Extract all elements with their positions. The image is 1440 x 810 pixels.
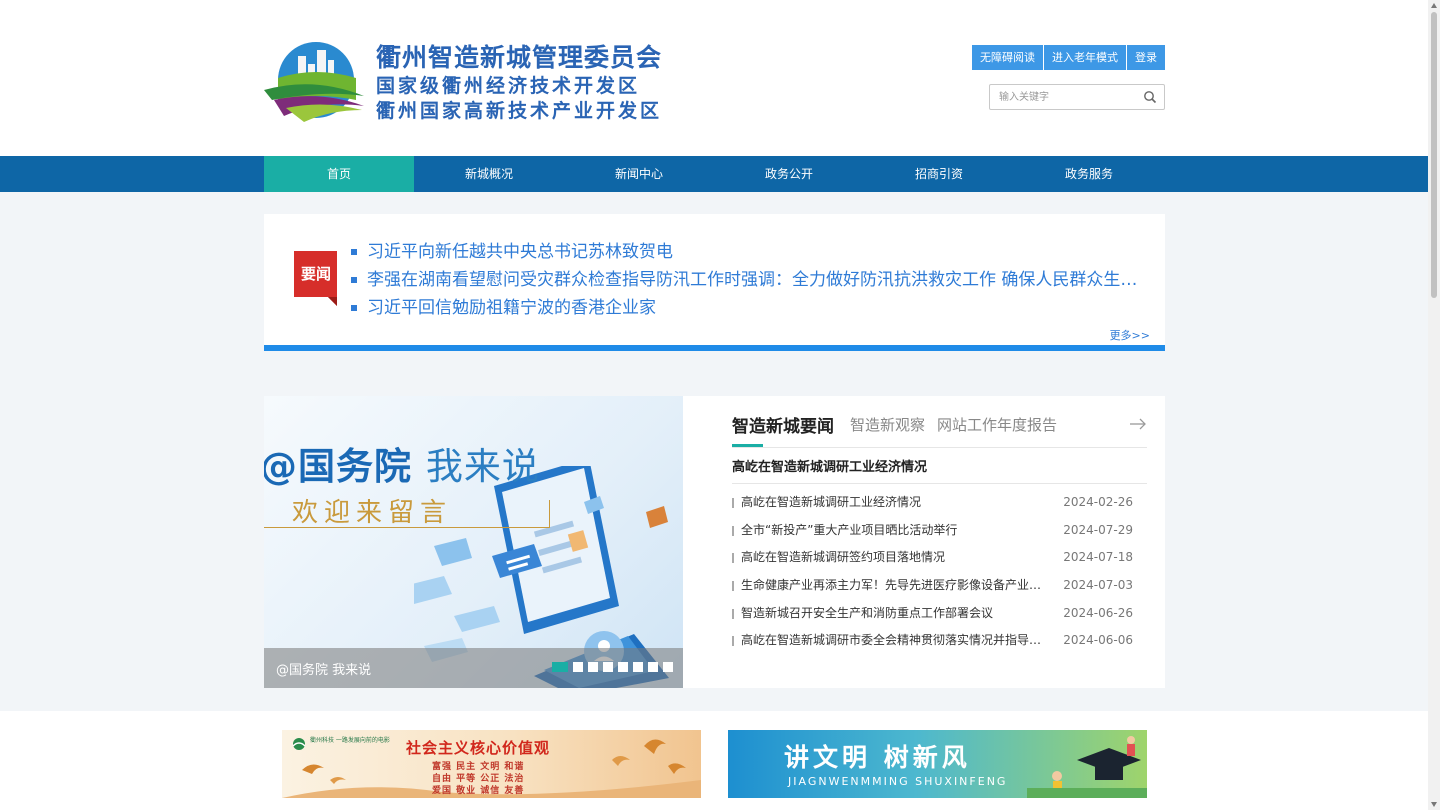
carousel-dot[interactable] [552, 662, 568, 672]
news-date: 2024-06-26 [1063, 605, 1133, 620]
site-header: 衢州智造新城管理委员会 国家级衢州经济技术开发区 衢州国家高新技术产业开发区 无… [0, 0, 1428, 156]
headline-link[interactable]: 习近平向新任越共中央总书记苏林致贺电 [351, 238, 1141, 266]
list-item[interactable]: 高屹在智造新城调研工业经济情况 2024-02-26 [732, 493, 1147, 521]
search-icon[interactable] [1143, 90, 1157, 104]
bullet [732, 553, 734, 564]
news-date: 2024-06-06 [1063, 633, 1133, 648]
logo-subtitle-2: 衢州国家高新技术产业开发区 [376, 100, 663, 122]
news-tabs-panel: 智造新城要闻 智造新观察 网站工作年度报告 高屹在智造新城调研工业经济情况 高屹… [683, 396, 1165, 688]
banner-subtitle: JIAGNWENMMING SHUXINFENG [788, 775, 1008, 788]
list-item[interactable]: 高屹在智造新城调研签约项目落地情况 2024-07-18 [732, 548, 1147, 576]
active-tab-indicator [732, 444, 763, 447]
scroll-up-icon[interactable] [1430, 2, 1438, 10]
accessibility-button[interactable]: 无障碍阅读 [972, 45, 1043, 70]
yaowen-label: 要闻 [300, 265, 331, 283]
featured-news-link[interactable]: 高屹在智造新城调研工业经济情况 [732, 456, 927, 475]
site-logo[interactable]: 衢州智造新城管理委员会 国家级衢州经济技术开发区 衢州国家高新技术产业开发区 [264, 38, 684, 124]
banner-title: 社会主义核心价值观 [406, 739, 551, 757]
carousel-dot[interactable] [663, 662, 673, 672]
headline-link[interactable]: 李强在湖南看望慰问受灾群众检查指导防汛工作时强调：全力做好防汛抗洪救灾工作 确保… [351, 266, 1141, 294]
nav-item-gov-affairs[interactable]: 政务公开 [714, 156, 864, 192]
slide-title-bold: @国务院 [264, 445, 412, 488]
bullet [732, 608, 734, 619]
image-carousel[interactable]: @国务院 我来说 欢迎来留言 @国务院 我来说 [264, 396, 683, 688]
logo-emblem-icon [264, 42, 364, 122]
news-title[interactable]: 智造新城召开安全生产和消防重点工作部署会议 [741, 604, 1043, 622]
carousel-dot[interactable] [618, 662, 628, 672]
news-tabs: 智造新城要闻 智造新观察 网站工作年度报告 [732, 412, 1147, 448]
slide-caption-bar: @国务院 我来说 [264, 648, 683, 688]
nav-item-overview[interactable]: 新城概况 [414, 156, 564, 192]
carousel-dot[interactable] [633, 662, 643, 672]
scroll-down-icon[interactable] [1430, 800, 1438, 808]
login-button[interactable]: 登录 [1127, 45, 1165, 70]
news-list: 高屹在智造新城调研工业经济情况 2024-02-26 全市“新投产”重大产业项目晒… [732, 493, 1147, 659]
headline-link[interactable]: 习近平回信勉励祖籍宁波的香港企业家 [351, 294, 1141, 322]
tab-zhizao-observation[interactable]: 智造新观察 [850, 414, 925, 435]
divider [732, 483, 1147, 484]
core-values-banner[interactable]: 衢州科技 一路发展向前的电影 社会主义核心价值观 富强 民主 文明 和谐 自由 … [282, 730, 701, 798]
bullet [732, 498, 734, 508]
list-item[interactable]: 智造新城召开安全生产和消防重点工作部署会议 2024-06-26 [732, 604, 1147, 632]
logo-title: 衢州智造新城管理委员会 [376, 43, 663, 72]
slide-caption: @国务院 我来说 [276, 663, 372, 678]
banner-values-line: 爱国 敬业 诚信 友善 [432, 786, 525, 796]
top-buttons: 无障碍阅读 进入老年模式 登录 [972, 45, 1165, 70]
carousel-dot[interactable] [588, 662, 598, 672]
carousel-dots [552, 662, 673, 672]
banner-section [0, 711, 1428, 810]
arrow-right-icon[interactable] [1129, 418, 1147, 430]
nav-item-news[interactable]: 新闻中心 [564, 156, 714, 192]
slide-divider-vertical [549, 500, 550, 528]
slide-subtitle: 欢迎来留言 [292, 498, 453, 528]
news-date: 2024-07-03 [1063, 578, 1133, 593]
slide-title-thin: 我来说 [425, 445, 540, 488]
list-item[interactable]: 全市“新投产”重大产业项目晒比活动举行 2024-07-29 [732, 521, 1147, 549]
logo-subtitle-1: 国家级衢州经济技术开发区 [376, 75, 641, 97]
yaowen-badge: 要闻 [294, 251, 337, 306]
carousel-dot[interactable] [603, 662, 613, 672]
civilization-banner[interactable]: 讲文明 树新风 JIAGNWENMMING SHUXINFENG [728, 730, 1147, 798]
list-item[interactable]: 高屹在智造新城调研市委全会精神贯彻落实情况并指导… 2024-06-06 [732, 631, 1147, 659]
bullet [732, 581, 734, 592]
search-box [989, 84, 1165, 110]
page-scrollbar[interactable] [1428, 0, 1440, 810]
nav-item-gov-services[interactable]: 政务服务 [1014, 156, 1164, 192]
slide-divider [264, 527, 550, 528]
banner-title: 讲文明 树新风 [784, 743, 971, 772]
tab-zhizao-news[interactable]: 智造新城要闻 [732, 412, 834, 437]
list-item[interactable]: 生命健康产业再添主力军！先导先进医疗影像设备产业… 2024-07-03 [732, 576, 1147, 604]
headline-box-bottom-bar [264, 345, 1165, 351]
news-date: 2024-07-29 [1063, 522, 1133, 537]
news-title[interactable]: 高屹在智造新城调研市委全会精神贯彻落实情况并指导… [741, 631, 1043, 649]
main-nav: 首页 新城概况 新闻中心 政务公开 招商引资 政务服务 [0, 156, 1428, 192]
tab-annual-report[interactable]: 网站工作年度报告 [937, 414, 1057, 435]
bullet [732, 525, 734, 536]
graduation-cap-icon [1027, 736, 1147, 798]
headline-news-box: 要闻 习近平向新任越共中央总书记苏林致贺电 李强在湖南看望慰问受灾群众检查指导防… [264, 214, 1165, 351]
nav-item-home[interactable]: 首页 [264, 156, 414, 192]
more-link[interactable]: 更多>> [1110, 327, 1150, 343]
news-title[interactable]: 生命健康产业再添主力军！先导先进医疗影像设备产业… [741, 576, 1043, 594]
nav-item-investment[interactable]: 招商引资 [864, 156, 1014, 192]
scrollbar-thumb[interactable] [1431, 12, 1437, 298]
news-title[interactable]: 全市“新投产”重大产业项目晒比活动举行 [741, 521, 1043, 539]
elderly-mode-button[interactable]: 进入老年模式 [1044, 45, 1126, 70]
headline-list: 习近平向新任越共中央总书记苏林致贺电 李强在湖南看望慰问受灾群众检查指导防汛工作… [351, 238, 1141, 322]
news-date: 2024-07-18 [1063, 550, 1133, 565]
carousel-dot[interactable] [648, 662, 658, 672]
slide-title: @国务院 我来说 [264, 436, 540, 490]
news-date: 2024-02-26 [1063, 495, 1133, 509]
news-title[interactable]: 高屹在智造新城调研工业经济情况 [741, 493, 1043, 511]
carousel-dot[interactable] [573, 662, 583, 672]
bullet [732, 636, 734, 647]
news-title[interactable]: 高屹在智造新城调研签约项目落地情况 [741, 548, 1043, 566]
search-input[interactable] [990, 85, 1138, 109]
